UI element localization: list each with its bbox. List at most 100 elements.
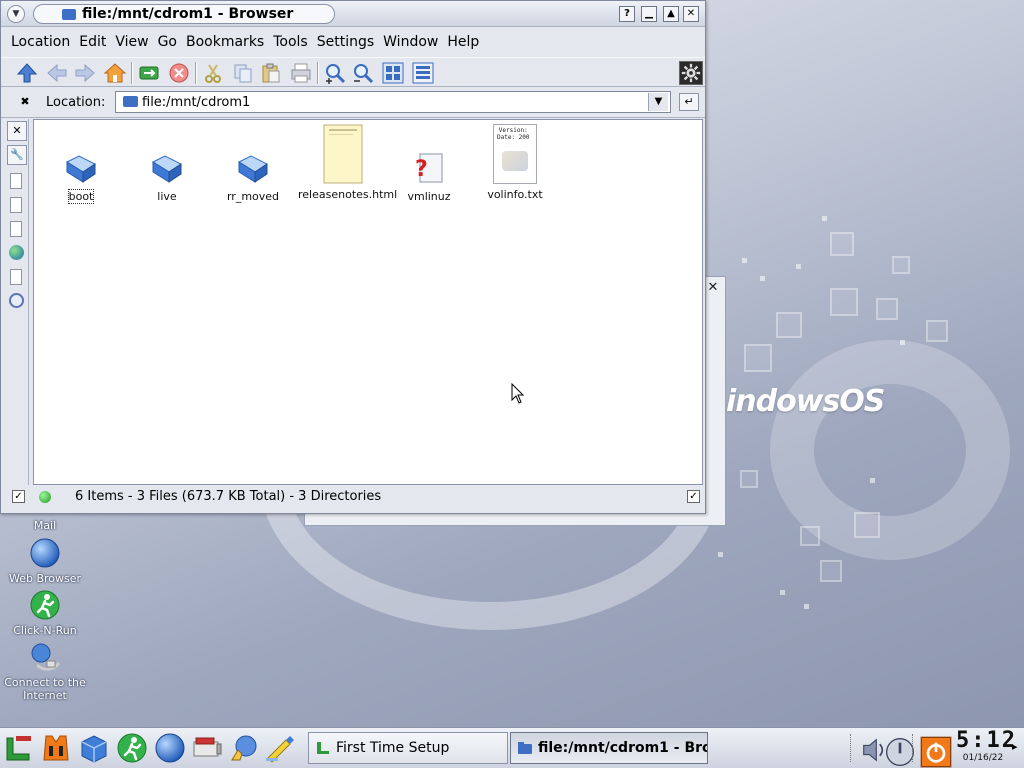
taskbar-task-browser[interactable]: file:/mnt/cdrom1 - Brows [510, 732, 708, 764]
reload-icon[interactable] [137, 61, 161, 85]
maximize-button[interactable]: ▲ [663, 6, 679, 22]
file-preview-text: Version: Date: 200 [497, 127, 530, 141]
power-icon[interactable] [920, 736, 952, 768]
gear-icon[interactable] [679, 61, 703, 85]
forward-arrow-icon[interactable] [73, 61, 97, 85]
file-name: boot [67, 189, 95, 204]
desktop-icon-connect-internet[interactable]: Connect to the Internet [0, 641, 90, 702]
document-icon[interactable] [10, 221, 22, 237]
location-input[interactable] [142, 93, 640, 111]
tray-separator [850, 734, 853, 762]
link-view-checkbox[interactable]: ✓ [12, 490, 25, 503]
menubar: Location Edit View Go Bookmarks Tools Se… [1, 28, 705, 56]
window-title-pill[interactable]: file:/mnt/cdrom1 - Browser [33, 4, 335, 24]
help-button[interactable]: ? [619, 6, 635, 22]
wallpaper-dot [718, 552, 723, 557]
disk-status-icon[interactable] [884, 736, 914, 766]
file-item[interactable]: Version: Date: 200 volinfo.txt [470, 124, 560, 201]
globe-icon[interactable] [9, 245, 24, 260]
chevron-down-icon[interactable]: ▼ [648, 93, 668, 111]
menu-settings[interactable]: Settings [317, 34, 374, 50]
document-icon[interactable] [10, 269, 22, 285]
wallpaper-dot [742, 258, 747, 263]
wallpaper-square [800, 526, 820, 546]
wallpaper-dot [822, 216, 827, 221]
menu-edit[interactable]: Edit [79, 34, 106, 50]
task-label: file:/mnt/cdrom1 - Brows [538, 740, 707, 756]
background-window-edge[interactable]: ✕ [704, 276, 726, 516]
clear-location-icon[interactable]: ✖ [17, 95, 33, 109]
system-clock[interactable]: 5:12 01/16/22 [956, 728, 1017, 767]
life-jacket-icon[interactable] [40, 732, 72, 764]
close-button[interactable]: ✕ [683, 6, 699, 22]
paint-icon[interactable] [264, 732, 296, 764]
close-sidebar-icon[interactable]: ✕ [7, 121, 27, 141]
desktop-icon-click-n-run[interactable]: Click-N-Run [0, 589, 90, 637]
taskbar-task-first-time-setup[interactable]: First Time Setup [308, 732, 508, 764]
task-label: First Time Setup [336, 740, 450, 756]
menu-go[interactable]: Go [158, 34, 177, 50]
folder-item[interactable]: rr_moved [208, 150, 298, 203]
mail-icon[interactable] [191, 732, 223, 764]
menu-view[interactable]: View [115, 34, 148, 50]
history-icon[interactable] [9, 293, 24, 308]
wallpaper-square [740, 470, 758, 488]
zoom-out-icon[interactable] [351, 61, 375, 85]
zoom-in-icon[interactable] [323, 61, 347, 85]
close-icon[interactable]: ✕ [704, 279, 722, 297]
file-name: releasenotes.html [298, 188, 398, 201]
status-led-icon [39, 491, 51, 503]
icon-view-icon[interactable] [381, 61, 405, 85]
menu-tools[interactable]: Tools [273, 34, 308, 50]
folder-icon [123, 96, 138, 107]
location-label: Location: [46, 95, 106, 110]
document-icon[interactable] [10, 173, 22, 189]
up-arrow-icon[interactable] [15, 61, 39, 85]
print-icon[interactable] [289, 61, 313, 85]
folder-icon [237, 155, 268, 183]
location-combobox[interactable]: ▼ [115, 91, 671, 113]
desktop-icon-mail[interactable]: Mail [0, 519, 90, 532]
network-icon[interactable] [228, 732, 260, 764]
start-menu-icon[interactable] [3, 732, 35, 764]
back-arrow-icon[interactable] [45, 61, 69, 85]
menu-help[interactable]: Help [447, 34, 479, 50]
menu-window[interactable]: Window [383, 34, 438, 50]
document-icon[interactable] [10, 197, 22, 213]
wrench-icon[interactable]: 🔧 [7, 145, 27, 165]
minimize-button[interactable]: ▁ [641, 6, 657, 22]
wallpaper-dot [796, 264, 801, 269]
link-view-checkbox[interactable]: ✓ [687, 490, 700, 503]
go-button[interactable]: ↵ [679, 93, 699, 111]
folder-item[interactable]: boot [36, 150, 126, 204]
click-n-run-icon[interactable] [116, 732, 148, 764]
menu-location[interactable]: Location [11, 34, 70, 50]
mouse-cursor-icon [511, 383, 525, 404]
clock-time: 5:12 [956, 728, 1017, 753]
paste-icon[interactable] [259, 61, 283, 85]
stop-icon[interactable] [167, 61, 191, 85]
location-bar: ✖ Location: ▼ ↵ [1, 88, 705, 118]
web-browser-icon[interactable] [154, 732, 186, 764]
desktop-icon-web-browser[interactable]: Web Browser [0, 537, 90, 585]
file-view[interactable]: boot live rr_moved releasenotes.html ? v… [33, 119, 703, 485]
wallpaper-dot [804, 604, 809, 609]
file-item[interactable]: ? vmlinuz [384, 150, 474, 203]
file-name: live [157, 190, 177, 203]
file-manager-icon[interactable] [78, 732, 110, 764]
setup-icon [317, 742, 329, 754]
cut-icon[interactable] [201, 61, 225, 85]
copy-icon[interactable] [231, 61, 255, 85]
desktop-icon-label: Web Browser [8, 572, 82, 585]
globe-icon [30, 538, 60, 568]
file-item[interactable]: releasenotes.html [298, 124, 397, 201]
menu-bookmarks[interactable]: Bookmarks [186, 34, 264, 50]
tray-separator [912, 734, 915, 762]
volume-icon[interactable] [858, 734, 884, 762]
window-titlebar[interactable]: ▼ file:/mnt/cdrom1 - Browser ? ▁ ▲ ✕ [1, 1, 705, 27]
folder-item[interactable]: live [122, 150, 212, 203]
home-icon[interactable] [103, 61, 127, 85]
wallpaper-square [744, 344, 772, 372]
detail-view-icon[interactable] [411, 61, 435, 85]
window-menu-button[interactable]: ▼ [7, 5, 25, 23]
